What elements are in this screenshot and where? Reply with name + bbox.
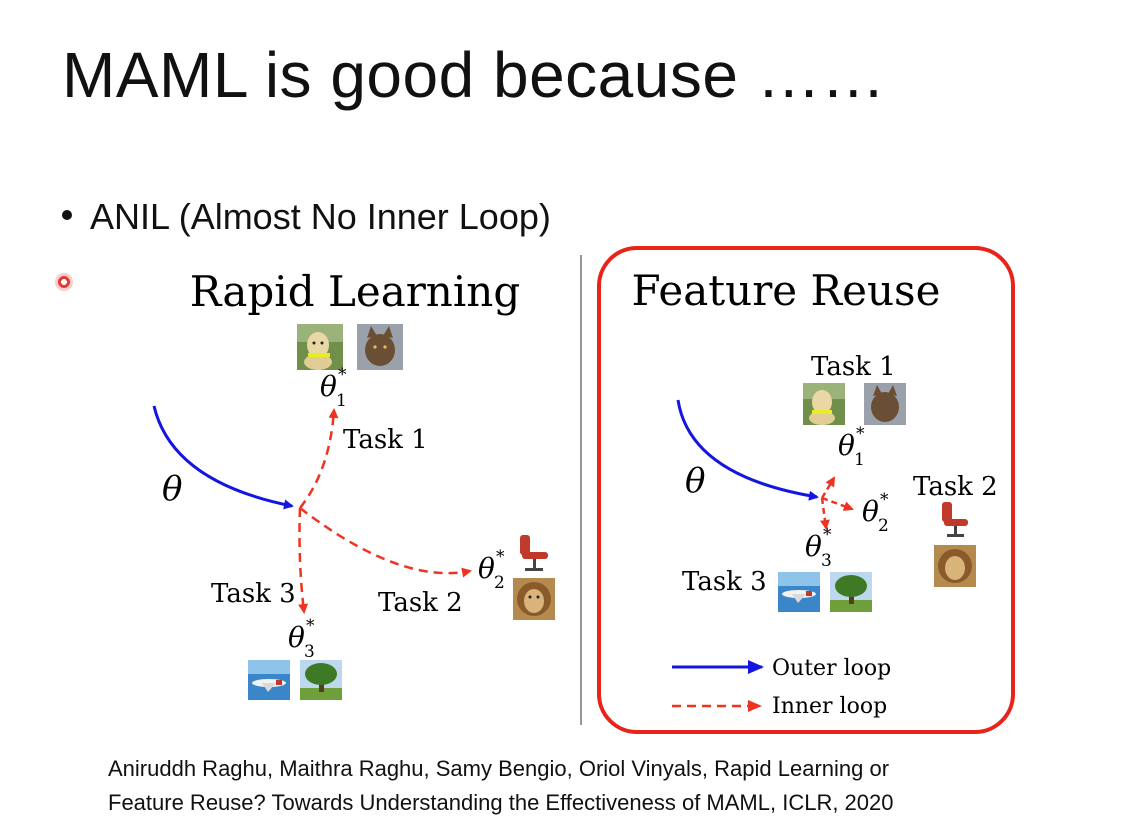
rapid-learning-title: Rapid Learning [190, 267, 520, 316]
lion-image-icon [934, 545, 976, 587]
inner-loop-arrow-task2-left [299, 507, 472, 578]
theta1-label-right: θ [838, 429, 855, 462]
dog-image-icon [297, 324, 343, 370]
theta2-star-left: * [496, 547, 505, 567]
rapid-learning-panel: Rapid Learning θ * 1 Task 1 θ θ * 2 Task… [152, 267, 555, 700]
feature-reuse-panel: Feature Reuse Task 1 θ * 1 θ θ * 2 θ * 3… [597, 246, 1015, 734]
theta-label-left: θ [162, 469, 182, 509]
cat-image-icon [864, 383, 906, 425]
theta2-star-right: * [880, 490, 889, 510]
anil-figure: Rapid Learning θ * 1 Task 1 θ θ * 2 Task… [152, 246, 1015, 734]
theta1-label-left: θ [320, 370, 337, 403]
theta3-star-right: * [823, 525, 832, 545]
task3-label-right: Task 3 [682, 567, 767, 597]
chair-icon [520, 535, 548, 571]
tree-image-icon [830, 572, 872, 612]
theta1-sub-left: 1 [336, 391, 347, 411]
citation: Aniruddh Raghu, Maithra Raghu, Samy Beng… [108, 752, 894, 820]
task2-label-right: Task 2 [913, 472, 998, 502]
theta3-star-left: * [306, 616, 315, 636]
theta1-star-left: * [338, 365, 347, 385]
dog-image-icon [803, 383, 845, 425]
citation-line-1: Aniruddh Raghu, Maithra Raghu, Samy Beng… [108, 756, 890, 781]
cat-image-icon [357, 324, 403, 370]
theta2-label-right: θ [862, 495, 879, 528]
feature-reuse-title: Feature Reuse [632, 266, 941, 315]
theta2-label-left: θ [478, 552, 495, 585]
theta-label-right: θ [685, 461, 705, 501]
task1-label-right: Task 1 [811, 352, 896, 382]
inner-loop-arrow-task1-left [299, 408, 339, 509]
task3-label-left: Task 3 [211, 579, 296, 609]
lion-image-icon [513, 578, 555, 620]
legend: Outer loop Inner loop [672, 656, 891, 719]
theta3-label-left: θ [288, 621, 305, 654]
citation-line-2: Feature Reuse? Towards Understanding the… [108, 790, 894, 815]
inner-loop-arrow-task3-right [819, 497, 830, 530]
theta2-sub-left: 2 [494, 573, 505, 593]
theta1-sub-right: 1 [854, 450, 865, 470]
chair-icon [942, 502, 968, 537]
tree-image-icon [300, 660, 342, 700]
airplane-image-icon [778, 572, 820, 612]
task2-label-left: Task 2 [378, 588, 463, 618]
inner-loop-arrow-task2-right [821, 496, 854, 511]
inner-loop-arrow-task1-right [820, 476, 836, 499]
theta3-label-right: θ [805, 530, 822, 563]
theta2-sub-right: 2 [878, 516, 889, 536]
airplane-image-icon [248, 660, 290, 700]
legend-inner-loop-label: Inner loop [772, 694, 887, 719]
theta3-sub-left: 3 [304, 642, 315, 662]
task1-label-left: Task 1 [343, 425, 428, 455]
legend-outer-loop-label: Outer loop [772, 656, 891, 681]
theta1-star-right: * [856, 424, 865, 444]
theta3-sub-right: 3 [821, 551, 832, 571]
inner-loop-arrow-task3-left [298, 507, 309, 614]
